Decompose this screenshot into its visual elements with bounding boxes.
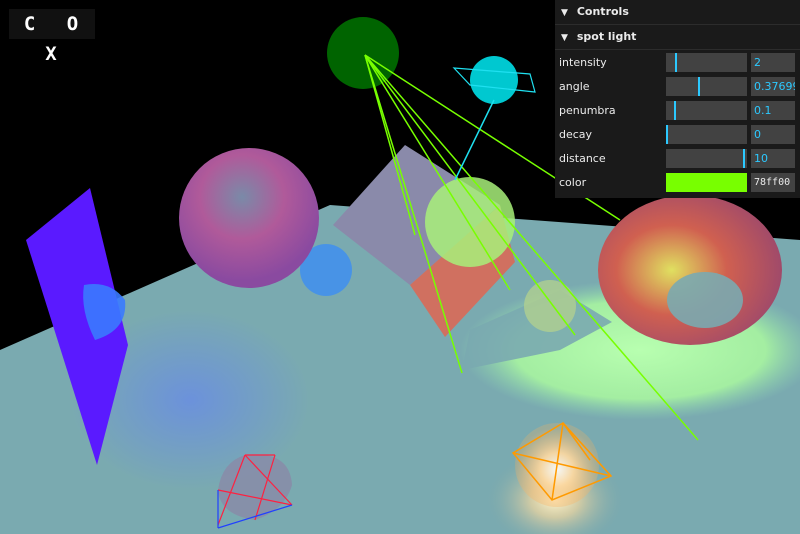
penumbra-input[interactable]: 0.1 [751,100,795,120]
decay-label: decay [559,127,593,141]
slider-thumb [675,52,678,72]
penumbra-row: penumbra 0.1 [555,98,800,122]
spot-highlight-on-cube [425,177,515,267]
color-hex-input[interactable]: 78ff00 [751,172,795,192]
chevron-down-icon: ▼ [561,8,568,18]
slider-thumb [743,148,746,168]
translucent-green-sphere [524,280,576,332]
controls-title: Controls [576,5,629,18]
penumbra-label: penumbra [559,103,616,117]
spot-light-folder[interactable]: ▼ spot light [555,25,800,50]
cyan-light-helper [452,56,536,181]
distance-slider[interactable] [666,148,747,168]
spot-light-helper-sphere [327,17,399,89]
slider-thumb [697,76,700,96]
angle-row: angle 0.376991 [555,74,800,98]
controls-header[interactable]: ▼ Controls [555,0,800,25]
chevron-down-icon: ▼ [561,33,568,43]
angle-slider[interactable] [666,76,747,96]
intensity-slider[interactable] [666,52,747,72]
pink-sphere [179,148,319,288]
slider-thumb [666,124,668,144]
decay-input[interactable]: 0 [751,124,795,144]
distance-label: distance [559,151,606,165]
color-row: color 78ff00 [555,170,800,194]
slider-thumb [673,100,676,120]
torus-hole [667,272,743,328]
controls-panel: ▼ Controls ▼ spot light intensity 2 angl… [555,0,800,198]
logo: C O X [9,9,95,65]
intensity-label: intensity [559,55,607,69]
intensity-input[interactable]: 2 [751,52,795,72]
angle-input[interactable]: 0.376991 [751,76,795,96]
penumbra-slider[interactable] [666,100,747,120]
folder-title: spot light [576,30,637,43]
distance-row: distance 10 [555,146,800,170]
decay-slider[interactable] [666,124,747,144]
intensity-row: intensity 2 [555,50,800,74]
distance-input[interactable]: 10 [751,148,795,168]
angle-label: angle [559,79,590,93]
decay-row: decay 0 [555,122,800,146]
color-label: color [559,175,587,189]
color-swatch[interactable] [666,172,747,192]
